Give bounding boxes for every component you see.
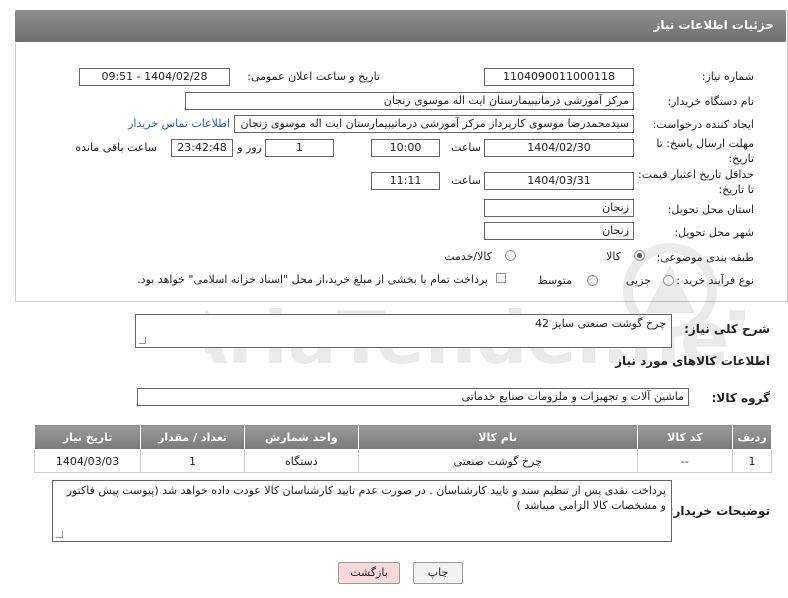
price-validity-label-1: حداقل تاریخ اعتبار قیمت:: [638, 168, 754, 181]
deadline-label-2: تاریخ:: [728, 152, 754, 165]
purchase-radio-partial[interactable]: [663, 275, 674, 286]
days-label: روز و: [237, 141, 262, 154]
deadline-time-label: ساعت: [451, 141, 481, 154]
deadline-label-1: مهلت ارسال پاسخ: تا: [656, 137, 754, 150]
col-unit: واحد شمارش: [243, 424, 359, 450]
buyer-org-label: نام دستگاه خریدار:: [667, 95, 754, 108]
category-option-goods-service: کالا/خدمت: [444, 250, 492, 263]
province-field: زنجان: [484, 199, 634, 217]
buyer-notes-field: پرداخت نقدی پس از تنظیم سند و تایید کارش…: [52, 480, 672, 542]
purchase-option-partial: جزیی: [625, 274, 651, 287]
purchase-type-label: نوع فرآیند خرید :: [676, 274, 754, 287]
price-validity-time-field: 11:11: [371, 172, 440, 190]
deadline-date-field: 1404/02/30: [484, 139, 634, 157]
buyer-contact-link[interactable]: اطلاعات تماس خریدار: [128, 117, 230, 130]
category-label: طبقه بندی موضوعی:: [656, 251, 754, 264]
cell-unit: دستگاه: [243, 449, 359, 473]
remaining-label: ساعت باقی مانده: [75, 141, 157, 154]
print-button[interactable]: چاپ: [413, 562, 463, 584]
city-field: زنجان: [484, 222, 634, 240]
category-radio-goods-service[interactable]: [505, 250, 516, 261]
col-goods-code: کد کالا: [636, 424, 734, 450]
province-label: استان محل تحویل:: [667, 203, 754, 216]
category-option-goods: کالا: [606, 250, 621, 263]
back-button[interactable]: بازگشت: [338, 562, 400, 584]
table-row: 1 -- چرخ گوشت صنعتی دستگاه 1 1404/03/03: [33, 449, 772, 473]
cell-need-date: 1404/03/03: [33, 449, 142, 473]
col-row-number: ردیف: [732, 424, 772, 450]
summary-text: چرخ گوشت صنعتی سایز 42: [534, 317, 666, 330]
cell-row-number: 1: [732, 449, 772, 473]
resize-handle-icon[interactable]: [139, 337, 146, 344]
announce-label: تاریخ و ساعت اعلان عمومی:: [247, 70, 380, 83]
need-number-field: 1104090011000118: [484, 68, 634, 86]
col-quantity: تعداد / مقدار: [140, 424, 245, 450]
deadline-time-field: 10:00: [371, 139, 440, 157]
panel-title: جزئیات اطلاعات نیاز: [653, 18, 774, 32]
creator-field: سیدمحمدرضا موسوی کارپرداز مرکز آموزشی در…: [234, 115, 634, 133]
goods-group-field: ماشین آلات و تجهیزات و ملزومات صنایع خدم…: [137, 388, 689, 406]
category-radio-goods[interactable]: [634, 250, 645, 261]
goods-group-label: گروه کالا:: [711, 391, 770, 405]
summary-field: چرخ گوشت صنعتی سایز 42: [135, 314, 672, 348]
buyer-notes-label: توضیحات خریدار:: [668, 504, 770, 518]
need-number-label: شماره نیاز:: [701, 70, 754, 83]
remaining-time-field: 23:42:48: [171, 139, 233, 157]
treasury-payment-checkbox[interactable]: [496, 273, 506, 283]
goods-section-title: اطلاعات کالاهای مورد نیاز: [615, 354, 770, 368]
goods-table: ردیف کد کالا نام کالا واحد شمارش تعداد /…: [33, 424, 772, 473]
cell-goods-code: --: [636, 449, 734, 473]
col-goods-name: نام کالا: [357, 424, 638, 450]
city-label: شهر محل تحویل:: [674, 226, 754, 239]
treasury-payment-note: پرداخت تمام یا بخشی از مبلغ خرید،از محل …: [137, 273, 488, 286]
price-validity-date-field: 1404/03/31: [484, 172, 634, 190]
panel-header: جزئیات اطلاعات نیاز: [15, 10, 786, 42]
resize-handle-icon[interactable]: [56, 531, 63, 538]
cell-quantity: 1: [140, 449, 245, 473]
col-need-date: تاریخ نیاز: [33, 424, 142, 450]
cell-goods-name: چرخ گوشت صنعتی: [357, 449, 638, 473]
creator-label: ایجاد کننده درخواست:: [652, 118, 754, 131]
days-remaining-field: 1: [265, 139, 334, 157]
purchase-radio-medium[interactable]: [587, 275, 598, 286]
buyer-org-field: مرکز آموزشی درمانیبیمارستان ایت اله موسو…: [185, 92, 634, 110]
announce-datetime-field: 1404/02/28 - 09:51: [79, 68, 230, 86]
purchase-option-medium: متوسط: [537, 274, 572, 287]
price-time-label: ساعت: [451, 174, 481, 187]
summary-label: شرح کلی نیاز:: [684, 322, 770, 336]
table-header-row: ردیف کد کالا نام کالا واحد شمارش تعداد /…: [33, 424, 772, 450]
buyer-notes-text: پرداخت نقدی پس از تنظیم سند و تایید کارش…: [66, 484, 666, 512]
price-validity-label-2: تا تاریخ:: [718, 183, 754, 196]
